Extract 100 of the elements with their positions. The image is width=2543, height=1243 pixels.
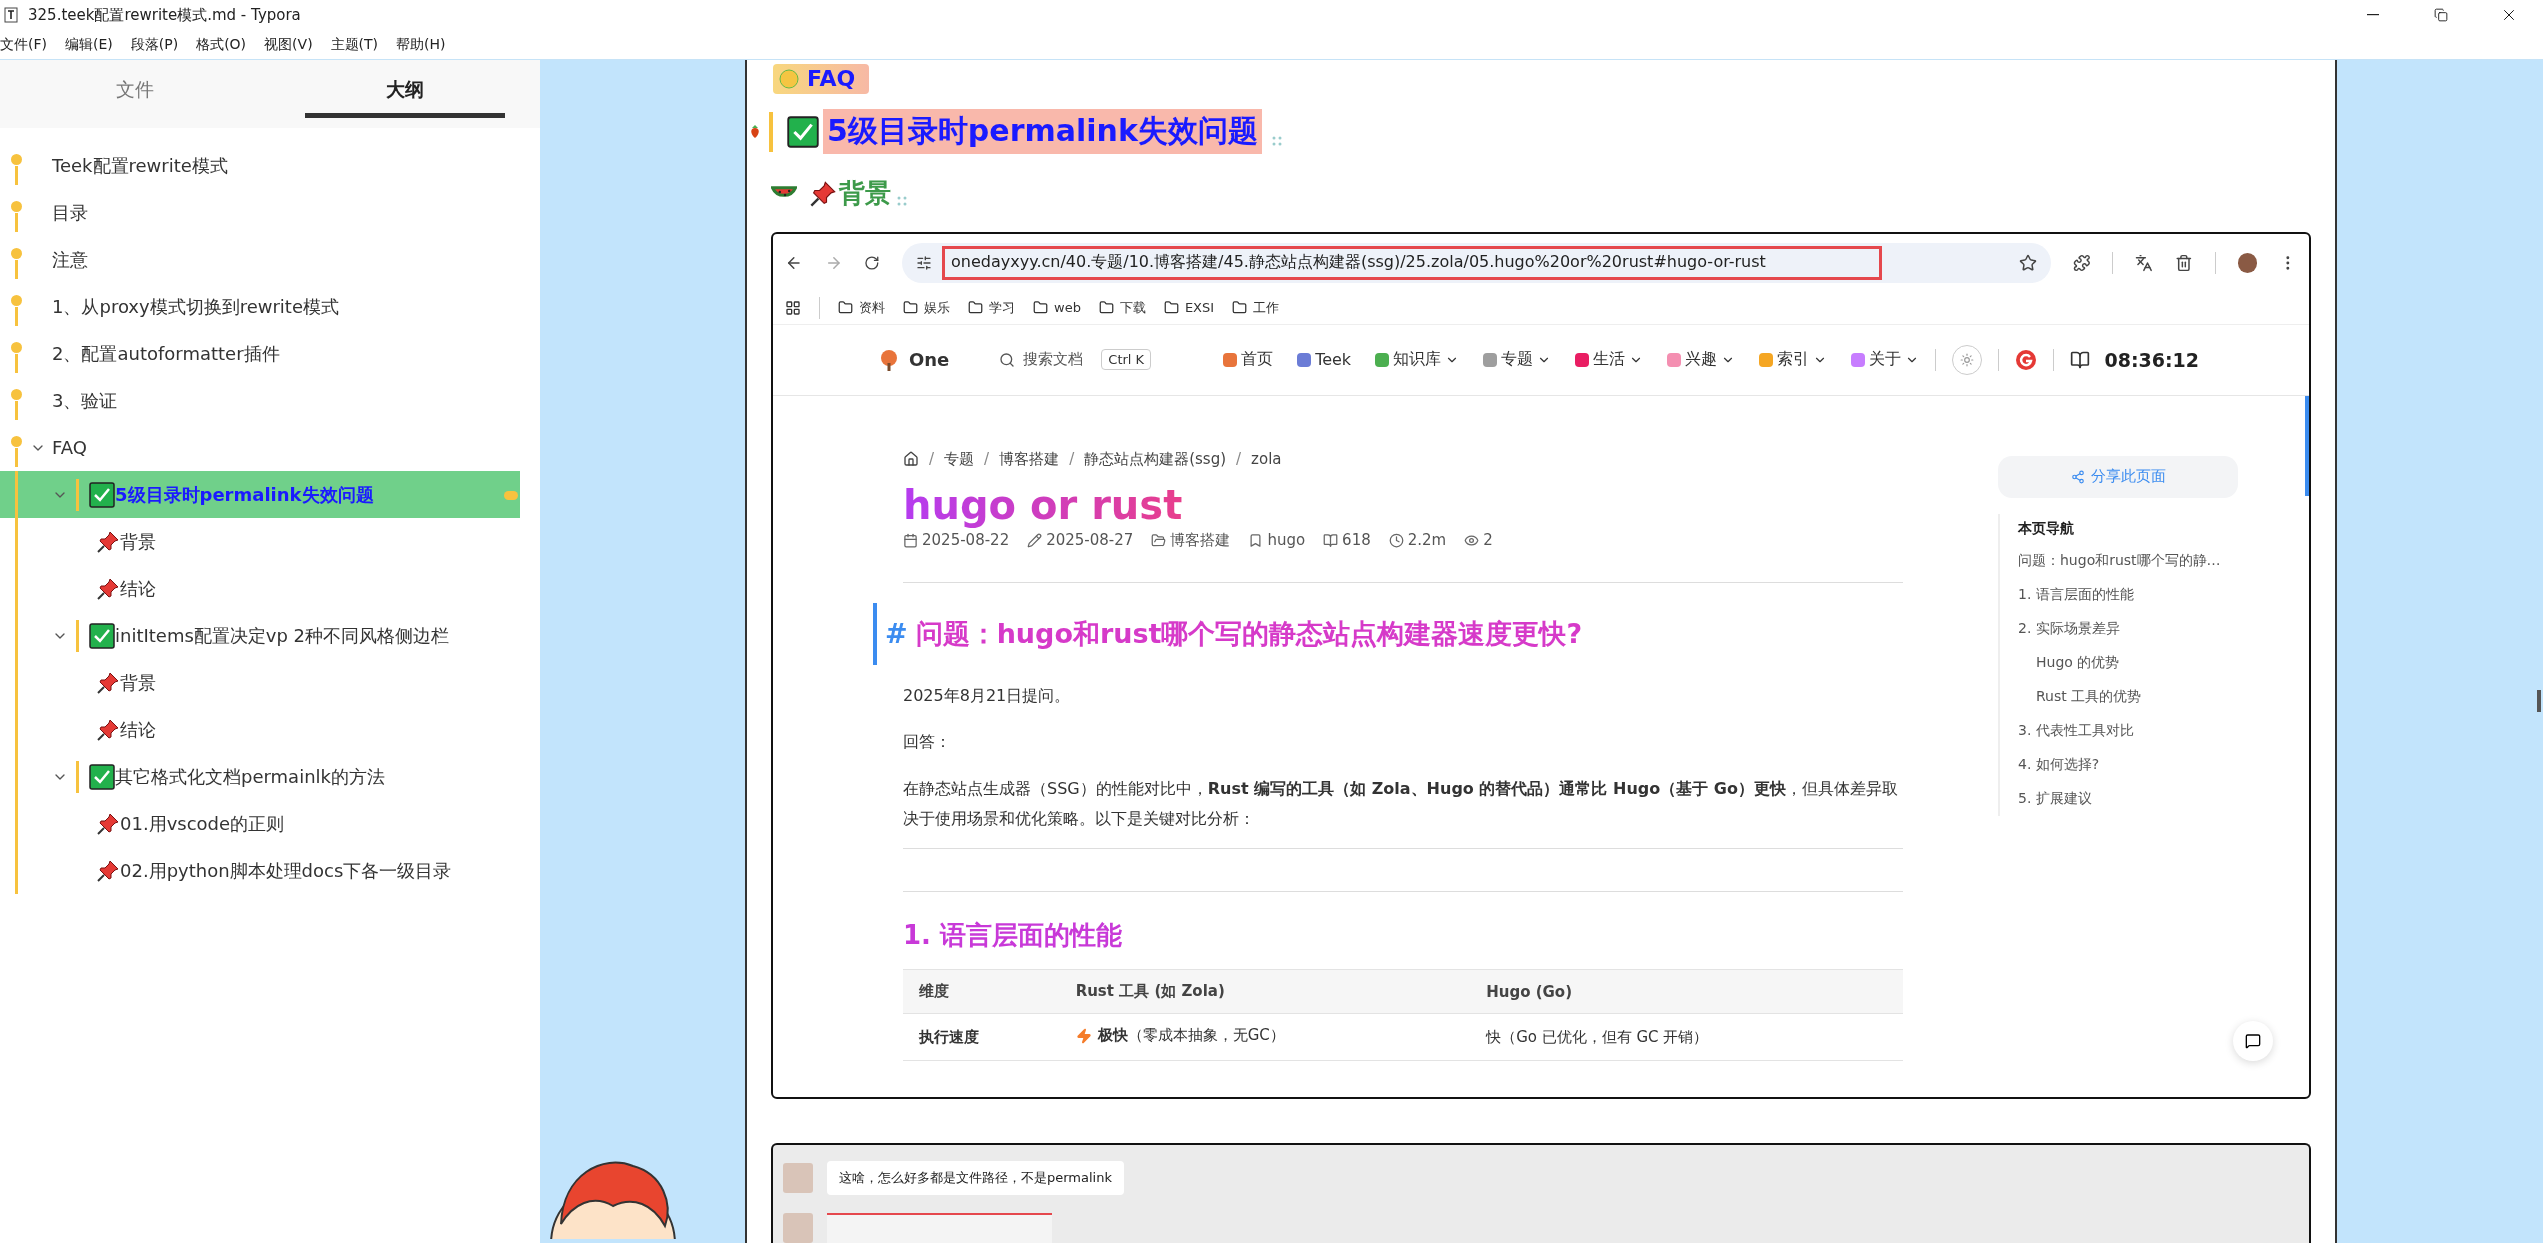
pushpin-icon	[96, 529, 120, 554]
menu-item[interactable]: 主题(T)	[330, 35, 387, 54]
trash-icon[interactable]	[2175, 253, 2193, 272]
url-text: onedayxyy.cn/40.专题/10.博客搭建/45.静态站点构建器(ssg)/25.zola/05.hugo%20or%20rust#hugo-or-rust	[942, 245, 1883, 280]
folder-icon	[1033, 300, 1048, 316]
outline-item[interactable]: 其它格式化文档permainlk的方法	[0, 753, 520, 800]
meta-text: 2025-08-27	[1046, 531, 1134, 550]
nav-link[interactable]: 生活	[1575, 349, 1644, 371]
chat-bubble: 这啥，怎么好多都是文件路径，不是permalink	[827, 1161, 1124, 1195]
menu-item[interactable]: 视图(V)	[264, 35, 321, 54]
home-icon[interactable]	[903, 451, 919, 468]
folder-icon	[1232, 300, 1248, 316]
address-bar[interactable]: onedayxyy.cn/40.专题/10.博客搭建/45.静态站点构建器(ssg)/25.zola/05.hugo%20or%20rust#hugo-or-rust	[902, 242, 2051, 283]
clock-time: 08:36:12	[2104, 348, 2199, 371]
breadcrumb-link[interactable]: 静态站点构建器(ssg)	[1084, 449, 1227, 469]
profile-avatar[interactable]	[2237, 252, 2258, 273]
outline-item[interactable]: 背景	[0, 518, 520, 565]
search-button[interactable]: 搜索文档	[993, 349, 1090, 371]
book-icon[interactable]	[2070, 349, 2091, 370]
subsection-heading: 背景	[839, 177, 891, 211]
toc-link[interactable]: Rust 工具的优势	[2018, 679, 2248, 714]
outline-item[interactable]: 02.用python脚本处理docs下各一级目录	[0, 847, 520, 894]
outline-item[interactable]: initItems配置决定vp 2种不同风格侧边栏	[0, 612, 520, 659]
pushpin-icon	[809, 179, 837, 208]
outline-item[interactable]: Teek配置rewrite模式	[0, 142, 520, 189]
lightning-icon	[1075, 1027, 1092, 1044]
menu-item[interactable]: 段落(P)	[130, 35, 187, 54]
breadcrumb-separator: /	[1069, 450, 1075, 469]
bookmark-link[interactable]: 下载	[1119, 298, 1146, 317]
menu-item[interactable]: 格式(O)	[196, 35, 255, 54]
apps-icon[interactable]	[785, 299, 801, 316]
star-icon[interactable]	[2018, 253, 2037, 272]
scrollbar-thumb[interactable]	[2537, 690, 2541, 712]
menu-item[interactable]: 帮助(H)	[396, 35, 454, 54]
chat-button[interactable]	[2233, 1021, 2273, 1061]
section-heading: 5级目录时permalink失效问题	[823, 109, 1262, 155]
menu-item[interactable]: 编辑(E)	[65, 35, 121, 54]
translate-icon[interactable]	[2135, 253, 2154, 272]
pushpin-icon	[96, 811, 120, 836]
site-brand[interactable]: One	[909, 349, 950, 371]
toc-link[interactable]: 2. 实际场景差异	[2018, 611, 2248, 646]
nav-link[interactable]: 关于	[1851, 349, 1920, 371]
site-settings-icon[interactable]	[916, 254, 933, 271]
meta-text: 2	[1483, 531, 1493, 550]
bookmark-link[interactable]: EXSI	[1184, 300, 1215, 316]
reload-icon[interactable]	[864, 254, 881, 271]
bullet-dot	[11, 436, 22, 447]
nav-link[interactable]: 知识库	[1375, 349, 1460, 371]
toc-link[interactable]: 问题：hugo和rust哪个写的静…	[2018, 543, 2248, 578]
toc-link[interactable]: 5. 扩展建议	[2018, 781, 2248, 816]
extension-icon[interactable]	[2072, 253, 2091, 272]
minimize-icon	[2367, 14, 2379, 16]
logo-icon[interactable]	[2015, 348, 2038, 371]
nav-link[interactable]: 首页	[1223, 349, 1274, 371]
nav-link[interactable]: 专题	[1483, 349, 1552, 371]
menu-item[interactable]: 文件(F)	[0, 35, 55, 54]
outline-item[interactable]: 结论	[0, 565, 520, 612]
calendar-icon	[903, 532, 918, 548]
bookmark-link[interactable]: 学习	[989, 298, 1015, 317]
outline-item[interactable]: 01.用vscode的正则	[0, 800, 520, 847]
book-icon	[1323, 532, 1339, 548]
nav-link[interactable]: 兴趣	[1667, 349, 1736, 371]
sidebar-tab[interactable]: 大纲	[305, 60, 505, 118]
outline-item[interactable]: 背景	[0, 659, 520, 706]
toc-link[interactable]: 4. 如何选择?	[2018, 747, 2248, 782]
toc-link[interactable]: Hugo 的优势	[2018, 645, 2248, 680]
question-heading: 问题：hugo和rust哪个写的静态站点构建器速度更快?	[915, 616, 1583, 651]
folder-icon	[1163, 300, 1179, 316]
tree-line	[15, 448, 18, 467]
bookmark-icon	[1248, 532, 1264, 548]
toc-link[interactable]: 1. 语言层面的性能	[2018, 577, 2248, 612]
chat-icon	[2245, 1033, 2261, 1049]
bullet-dot	[11, 342, 22, 353]
breadcrumb-link[interactable]: 博客搭建	[999, 449, 1060, 469]
scrollbar-thumb[interactable]	[2305, 395, 2309, 496]
breadcrumb-link[interactable]: 专题	[944, 449, 975, 469]
clock-icon	[1388, 532, 1404, 548]
bookmark-link[interactable]: 工作	[1253, 298, 1280, 317]
outline-item[interactable]: 目录	[0, 189, 520, 236]
bookmark-link[interactable]: 娱乐	[924, 298, 950, 317]
sidebar-tab[interactable]: 文件	[35, 60, 235, 118]
outline-item[interactable]: FAQ	[0, 424, 520, 471]
outline-item[interactable]: 2、配置autoformatter插件	[0, 330, 520, 377]
outline-item[interactable]: 3、验证	[0, 377, 520, 424]
restore-icon	[2434, 8, 2448, 22]
nav-link[interactable]: Teek	[1297, 350, 1352, 370]
pushpin-icon	[96, 670, 120, 695]
outline-item[interactable]: 5级目录时permalink失效问题	[0, 471, 520, 518]
outline-item[interactable]: 1、从proxy模式切换到rewrite模式	[0, 283, 520, 330]
search-icon	[999, 351, 1016, 368]
drag-handle-icon[interactable]	[897, 196, 907, 207]
nav-link[interactable]: 索引	[1759, 349, 1828, 371]
bookmark-link[interactable]: 资料	[859, 298, 885, 317]
outline-item[interactable]: 注意	[0, 236, 520, 283]
bookmark-link[interactable]: web	[1054, 300, 1081, 316]
breadcrumb-link[interactable]: zola	[1251, 450, 1282, 469]
toc-link[interactable]: 3. 代表性工具对比	[2018, 713, 2248, 748]
meta-text: 2025-08-22	[922, 531, 1010, 550]
drag-handle-icon[interactable]	[1271, 136, 1282, 147]
outline-item[interactable]: 结论	[0, 706, 520, 753]
